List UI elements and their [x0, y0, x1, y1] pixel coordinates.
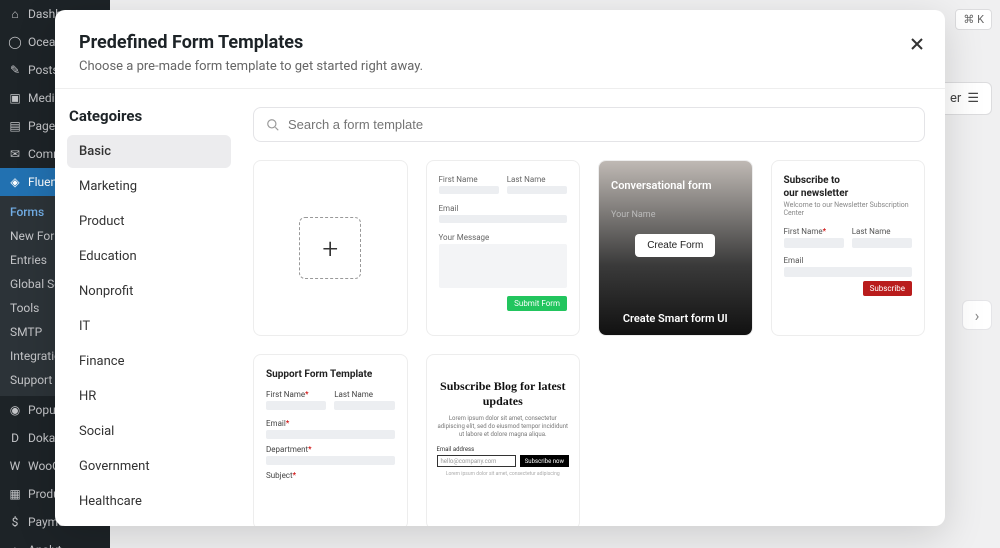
nl-last-label: Last Name	[852, 227, 912, 236]
convo-title: Conversational form	[611, 179, 740, 192]
pager-next[interactable]: ›	[962, 300, 992, 330]
blog-lorem: Lorem ipsum dolor sit amet, consectetur …	[437, 415, 570, 438]
newsletter-title-2: our newsletter	[784, 188, 913, 199]
close-icon	[909, 36, 925, 52]
modal-subtitle: Choose a pre-made form template to get s…	[79, 59, 921, 74]
convo-footer: Create Smart form UI	[611, 312, 740, 325]
dokan-icon: D	[8, 431, 22, 445]
category-finance[interactable]: Finance	[67, 345, 231, 378]
filter-icon: ☰	[967, 91, 979, 106]
media-icon: ▣	[8, 91, 22, 105]
plus-icon: +	[299, 217, 361, 279]
search-input[interactable]	[288, 117, 912, 132]
blog-email-input-preview: hello@company.com	[437, 455, 516, 467]
templates-grid: + First Name Last Name Email Your Messag…	[253, 160, 925, 526]
template-subscribe-blog[interactable]: Subscribe Blog for latest updates Lorem …	[426, 354, 581, 526]
template-newsletter[interactable]: Subscribe to our newsletter Welcome to o…	[771, 160, 926, 336]
blog-disclaimer: Lorem ipsum dolor sit amet, consectetur …	[437, 471, 570, 477]
submit-button-preview: Submit Form	[507, 296, 567, 311]
sup-last-label: Last Name	[334, 390, 394, 399]
category-government[interactable]: Government	[67, 450, 231, 483]
filter-button[interactable]: er☰	[937, 82, 992, 115]
category-basic[interactable]: Basic	[67, 135, 231, 168]
products-icon: ▦	[8, 487, 22, 501]
email-label: Email	[439, 204, 568, 213]
sup-first-label: First Name*	[266, 390, 326, 399]
message-label: Your Message	[439, 233, 568, 242]
category-hr[interactable]: HR	[67, 380, 231, 413]
modal-title: Predefined Form Templates	[79, 32, 921, 53]
first-name-label: First Name	[439, 175, 499, 184]
categories-heading: Categoires	[67, 107, 231, 125]
blog-email-label: Email address	[437, 446, 570, 453]
command-k-badge: ⌘ K	[955, 8, 992, 27]
templates-modal: Predefined Form Templates Choose a pre-m…	[55, 10, 945, 526]
category-nonprofit[interactable]: Nonprofit	[67, 275, 231, 308]
sup-dept-label: Department*	[266, 445, 395, 454]
woo-icon: W	[8, 459, 22, 473]
category-education[interactable]: Education	[67, 240, 231, 273]
chevron-right-icon: ›	[975, 306, 980, 325]
sup-subject-label: Subject*	[266, 471, 395, 480]
convo-name-label: Your Name	[611, 210, 740, 220]
fluent-icon: ◈	[8, 175, 22, 189]
templates-panel: + First Name Last Name Email Your Messag…	[243, 89, 945, 526]
modal-header: Predefined Form Templates Choose a pre-m…	[55, 10, 945, 89]
template-conversational[interactable]: Conversational form Your Name Create For…	[598, 160, 753, 336]
search-wrapper[interactable]	[253, 107, 925, 142]
category-marketing[interactable]: Marketing	[67, 170, 231, 203]
newsletter-title-1: Subscribe to	[784, 175, 913, 186]
support-title: Support Form Template	[266, 369, 395, 380]
blog-title: Subscribe Blog for latest updates	[437, 379, 570, 409]
template-support-form[interactable]: Support Form Template First Name* Last N…	[253, 354, 408, 526]
nl-email-label: Email	[784, 256, 913, 265]
sup-email-label: Email*	[266, 419, 395, 428]
category-social[interactable]: Social	[67, 415, 231, 448]
ocean-icon: ◯	[8, 35, 22, 49]
category-it[interactable]: IT	[67, 310, 231, 343]
page-icon: ▤	[8, 119, 22, 133]
create-form-button: Create Form	[635, 234, 715, 257]
search-icon	[266, 118, 280, 132]
modal-close-button[interactable]	[909, 36, 925, 52]
template-contact-form[interactable]: First Name Last Name Email Your Message …	[426, 160, 581, 336]
comment-icon: ✉	[8, 147, 22, 161]
category-healthcare[interactable]: Healthcare	[67, 485, 231, 518]
category-product[interactable]: Product	[67, 205, 231, 238]
blog-subscribe-button-preview: Subscribe now	[520, 455, 569, 467]
template-blank[interactable]: +	[253, 160, 408, 336]
pin-icon: ✎	[8, 63, 22, 77]
categories-sidebar: Categoires Basic Marketing Product Educa…	[55, 89, 243, 526]
subscribe-button-preview: Subscribe	[863, 281, 912, 296]
wp-menu-analytics[interactable]: ▲Analyt	[0, 536, 110, 548]
last-name-label: Last Name	[507, 175, 567, 184]
analytics-icon: ▲	[8, 543, 22, 548]
payments-icon: $	[8, 515, 22, 529]
newsletter-sub: Welcome to our Newsletter Subscription C…	[784, 201, 913, 217]
nl-first-label: First Name*	[784, 227, 844, 236]
popup-icon: ◉	[8, 403, 22, 417]
home-icon: ⌂	[8, 7, 22, 21]
